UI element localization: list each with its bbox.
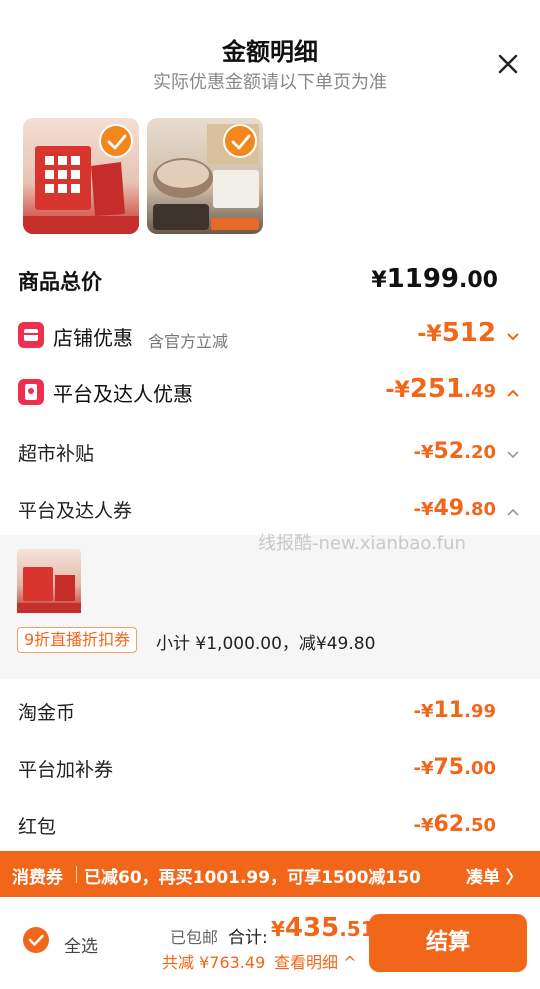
page-subtitle: 实际优惠金额请以下单页为准 — [153, 72, 387, 93]
chevron-up-icon[interactable] — [506, 386, 520, 400]
shop-discount-amount: -¥512 — [417, 318, 496, 348]
taojinbi-amount: -¥11.99 — [413, 698, 496, 723]
total-label: 合计: — [228, 928, 268, 948]
platform-extra-row: 平台加补券 -¥75.00 — [0, 751, 540, 787]
coupon-tag: 9折直播折扣券 — [17, 627, 138, 653]
voucher-tag: 消费券 — [12, 868, 63, 888]
add-on-order-link[interactable]: 凑单 〉 — [466, 863, 523, 888]
coupon-subtotal: 小计 ¥1,000.00，减¥49.80 — [156, 634, 376, 654]
amount-detail-sheet: 金额明细 实际优惠金额请以下单页为准 商品总价 ¥1199.00 店铺优惠 含官… — [0, 0, 540, 989]
product-thumbnail[interactable] — [23, 118, 139, 234]
platform-coupon-label: 平台及达人券 — [18, 500, 133, 522]
platform-coupon-amount: -¥49.80 — [413, 496, 496, 521]
check-icon[interactable] — [223, 124, 257, 158]
red-packet-row: 红包 -¥62.50 — [0, 808, 540, 844]
chevron-down-icon[interactable] — [506, 448, 520, 462]
platform-coupon-row[interactable]: 平台及达人券 -¥49.80 — [0, 493, 540, 529]
free-shipping-text: 已包邮 — [170, 928, 219, 947]
voucher-banner[interactable]: 消费券 已减60，再买1001.99，可享1500减150 凑单 〉 — [0, 851, 540, 897]
chevron-down-icon[interactable] — [506, 330, 520, 344]
total-goods-amount: ¥1199.00 — [371, 264, 498, 294]
supermarket-subsidy-amount: -¥52.20 — [413, 439, 496, 464]
voucher-message: 已减60，再买1001.99，可享1500减150 — [84, 868, 421, 888]
total-goods-row: 商品总价 ¥1199.00 — [0, 262, 540, 302]
total-amount: ¥435.51 — [271, 913, 375, 943]
platform-extra-label: 平台加补券 — [18, 759, 114, 781]
chevron-up-icon[interactable] — [506, 505, 520, 519]
shop-discount-row[interactable]: 店铺优惠 含官方立减 -¥512 — [0, 316, 540, 356]
coupon-detail-panel: 9折直播折扣券 小计 ¥1,000.00，减¥49.80 — [0, 535, 540, 679]
red-packet-amount: -¥62.50 — [413, 812, 496, 837]
checkout-button[interactable]: 结算 — [369, 914, 527, 972]
product-thumbnail[interactable] — [147, 118, 263, 234]
red-envelope-icon — [18, 379, 44, 405]
taojinbi-label: 淘金币 — [18, 702, 76, 724]
platform-discount-row[interactable]: 平台及达人优惠 -¥251.49 — [0, 372, 540, 412]
red-packet-label: 红包 — [18, 816, 57, 838]
view-detail-link[interactable]: 查看明细 ^ — [274, 949, 357, 973]
platform-extra-amount: -¥75.00 — [413, 755, 496, 780]
select-all-label[interactable]: 全选 — [64, 932, 98, 957]
platform-discount-amount: -¥251.49 — [385, 374, 496, 404]
store-icon — [18, 322, 44, 348]
platform-discount-label: 平台及达人优惠 — [53, 382, 193, 406]
coupon-product-thumbnail — [17, 549, 81, 613]
check-icon[interactable] — [99, 124, 133, 158]
banner-divider — [76, 866, 77, 883]
checkout-footer: 全选 已包邮 合计: ¥435.51 共减 ¥763.49 查看明细 ^ 结算 — [0, 897, 540, 989]
page-title: 金额明细 — [222, 38, 318, 66]
shop-discount-label: 店铺优惠 — [53, 326, 133, 350]
select-all-checkbox[interactable] — [23, 927, 49, 953]
total-saved-text: 共减 ¥763.49 — [162, 953, 266, 972]
supermarket-subsidy-row[interactable]: 超市补贴 -¥52.20 — [0, 436, 540, 472]
shop-discount-note: 含官方立减 — [148, 332, 229, 351]
watermark-text: 线报酷-new.xianbao.fun — [258, 533, 466, 554]
supermarket-subsidy-label: 超市补贴 — [18, 443, 95, 465]
total-goods-label: 商品总价 — [18, 270, 102, 294]
close-icon[interactable] — [492, 48, 524, 80]
taojinbi-row: 淘金币 -¥11.99 — [0, 694, 540, 730]
